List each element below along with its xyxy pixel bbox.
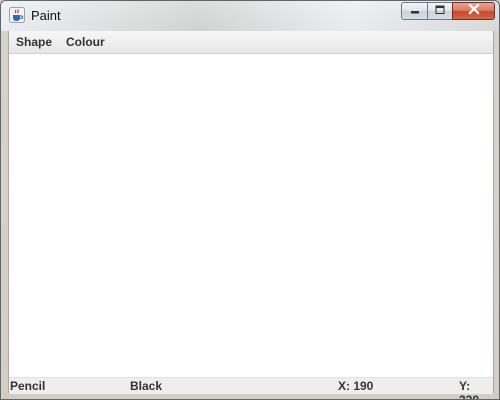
title-bar[interactable]: Paint	[1, 1, 499, 31]
close-icon	[467, 2, 481, 20]
menu-shape[interactable]: Shape	[9, 31, 59, 53]
menu-colour[interactable]: Colour	[59, 31, 112, 53]
menu-bar: Shape Colour	[9, 31, 493, 54]
status-tool: Pencil	[10, 379, 46, 393]
status-colour: Black	[130, 379, 163, 393]
status-x-coordinate: X: 190	[338, 379, 374, 393]
caption-buttons	[401, 2, 495, 21]
maximize-button[interactable]	[427, 2, 452, 20]
status-bar: Pencil Black X: 190 Y: 320	[9, 377, 493, 399]
status-y-coordinate: Y: 320	[459, 379, 480, 400]
close-button[interactable]	[452, 2, 495, 20]
client-area: Shape Colour Pencil Black X: 190 Y: 320	[8, 31, 494, 399]
java-cup-icon	[9, 7, 25, 23]
window-title: Paint	[31, 8, 61, 23]
drawing-canvas[interactable]	[9, 54, 493, 377]
maximize-icon	[434, 2, 446, 20]
paint-window: Paint Shape Colour Pencil Black X: 190 Y…	[0, 0, 500, 400]
minimize-icon	[409, 2, 421, 20]
minimize-button[interactable]	[401, 2, 427, 20]
